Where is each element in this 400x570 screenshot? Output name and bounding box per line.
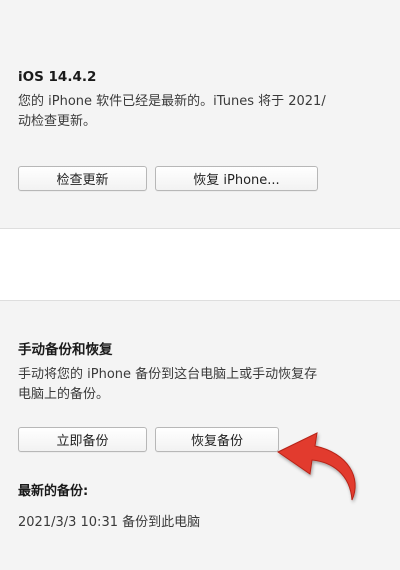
latest-backup-value: 2021/3/3 10:31 备份到此电脑 [18,515,201,530]
restore-iphone-button[interactable]: 恢复 iPhone... [155,166,318,191]
backup-now-button[interactable]: 立即备份 [18,427,147,452]
backup-description-line1: 手动将您的 iPhone 备份到这台电脑上或手动恢复存 [18,367,318,382]
backup-section-title: 手动备份和恢复 [18,342,113,358]
update-status-line1: 您的 iPhone 软件已经是最新的。iTunes 将于 2021/ [18,94,326,109]
restore-backup-button[interactable]: 恢复备份 [155,427,279,452]
update-status-line2: 动检查更新。 [18,114,97,129]
ios-version-title: iOS 14.4.2 [18,69,97,85]
backup-description-line2: 电脑上的备份。 [18,387,110,402]
check-update-button[interactable]: 检查更新 [18,166,147,191]
arrow-shape [277,432,356,501]
latest-backup-label: 最新的备份: [18,484,89,499]
red-arrow-annotation-icon [277,432,356,501]
software-update-panel: iOS 14.4.2 您的 iPhone 软件已经是最新的。iTunes 将于 … [0,0,400,229]
